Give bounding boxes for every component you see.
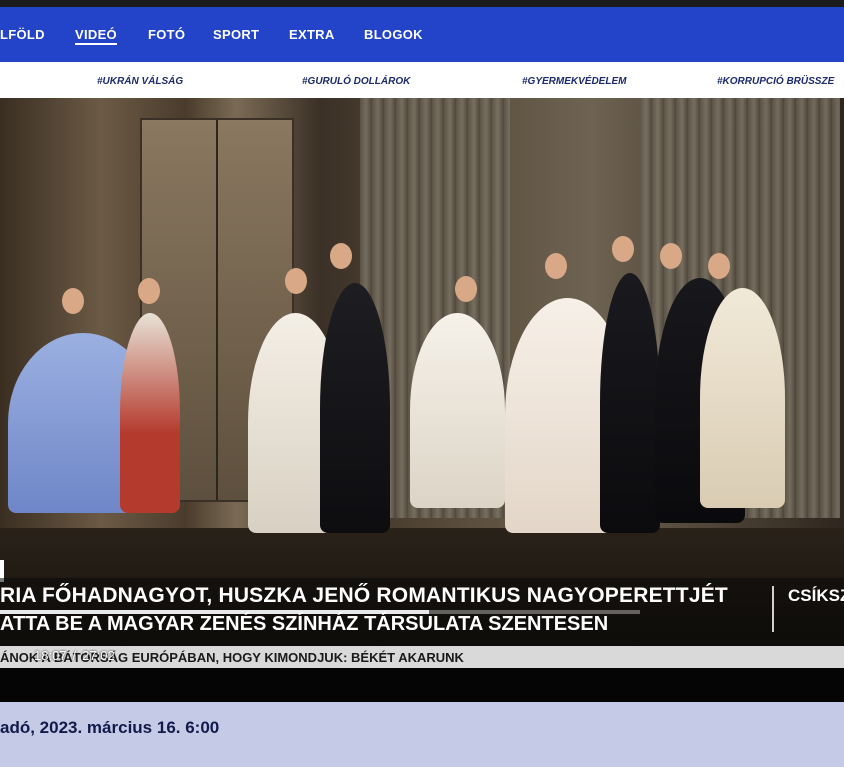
time-separator: / bbox=[72, 648, 77, 663]
dancer-head bbox=[62, 288, 84, 314]
dancer-figure bbox=[320, 283, 390, 533]
main-nav: LFÖLD VIDEÓ FOTÓ SPORT EXTRA BLOGOK bbox=[0, 7, 844, 62]
current-time: 18:07 bbox=[34, 648, 67, 663]
dancer-head bbox=[455, 276, 477, 302]
lower-third-divider bbox=[772, 586, 774, 632]
nav-item-sport[interactable]: SPORT bbox=[213, 27, 259, 42]
nav-item-extra[interactable]: EXTRA bbox=[289, 27, 335, 42]
duration: 27:02 bbox=[82, 648, 115, 663]
dancer-head bbox=[330, 243, 352, 269]
nav-item-video[interactable]: VIDEÓ bbox=[75, 27, 117, 42]
tag-link[interactable]: #KORRUPCIÓ BRÜSSZE bbox=[717, 76, 834, 87]
dancer-head bbox=[138, 278, 160, 304]
dancer-head bbox=[612, 236, 634, 262]
dancer-figure bbox=[600, 273, 660, 533]
nav-item-foto[interactable]: FOTÓ bbox=[148, 27, 185, 42]
time-display: 18:07 / 27:02 bbox=[34, 648, 115, 663]
nav-item-belfold[interactable]: LFÖLD bbox=[0, 27, 45, 42]
top-strip bbox=[0, 0, 844, 7]
dancer-head bbox=[708, 253, 730, 279]
tag-bar: #UKRÁN VÁLSÁG #GURULÓ DOLLÁROK #GYERMEKV… bbox=[0, 62, 844, 99]
dancer-head bbox=[545, 253, 567, 279]
article-date: adó, 2023. március 16. 6:00 bbox=[0, 718, 220, 737]
dancer-figure bbox=[120, 313, 180, 513]
side-label: CSÍKSZ bbox=[788, 586, 844, 605]
tag-link[interactable]: #GYERMEKVÉDELEM bbox=[522, 76, 626, 87]
headline-line-1: RIA FŐHADNAGYOT, HUSZKA JENŐ ROMANTIKUS … bbox=[0, 584, 728, 607]
headline-line-2: ATTA BE A MAGYAR ZENÉS SZÍNHÁZ TÁRSULATA… bbox=[0, 613, 609, 635]
dancer-figure bbox=[700, 288, 785, 508]
video-bottom-edge bbox=[0, 668, 844, 702]
news-ticker: ÁNOK A BÁTORSÁG EURÓPÁBAN, HOGY KIMONDJU… bbox=[0, 646, 844, 668]
dancer-figure bbox=[410, 313, 505, 508]
dancer-head bbox=[660, 243, 682, 269]
nav-item-blogok[interactable]: BLOGOK bbox=[364, 27, 423, 42]
tag-link[interactable]: #UKRÁN VÁLSÁG bbox=[97, 76, 183, 87]
dancer-head bbox=[285, 268, 307, 294]
tag-link[interactable]: #GURULÓ DOLLÁROK bbox=[302, 76, 410, 87]
video-player[interactable]: RIA FŐHADNAGYOT, HUSZKA JENŐ ROMANTIKUS … bbox=[0, 98, 844, 702]
